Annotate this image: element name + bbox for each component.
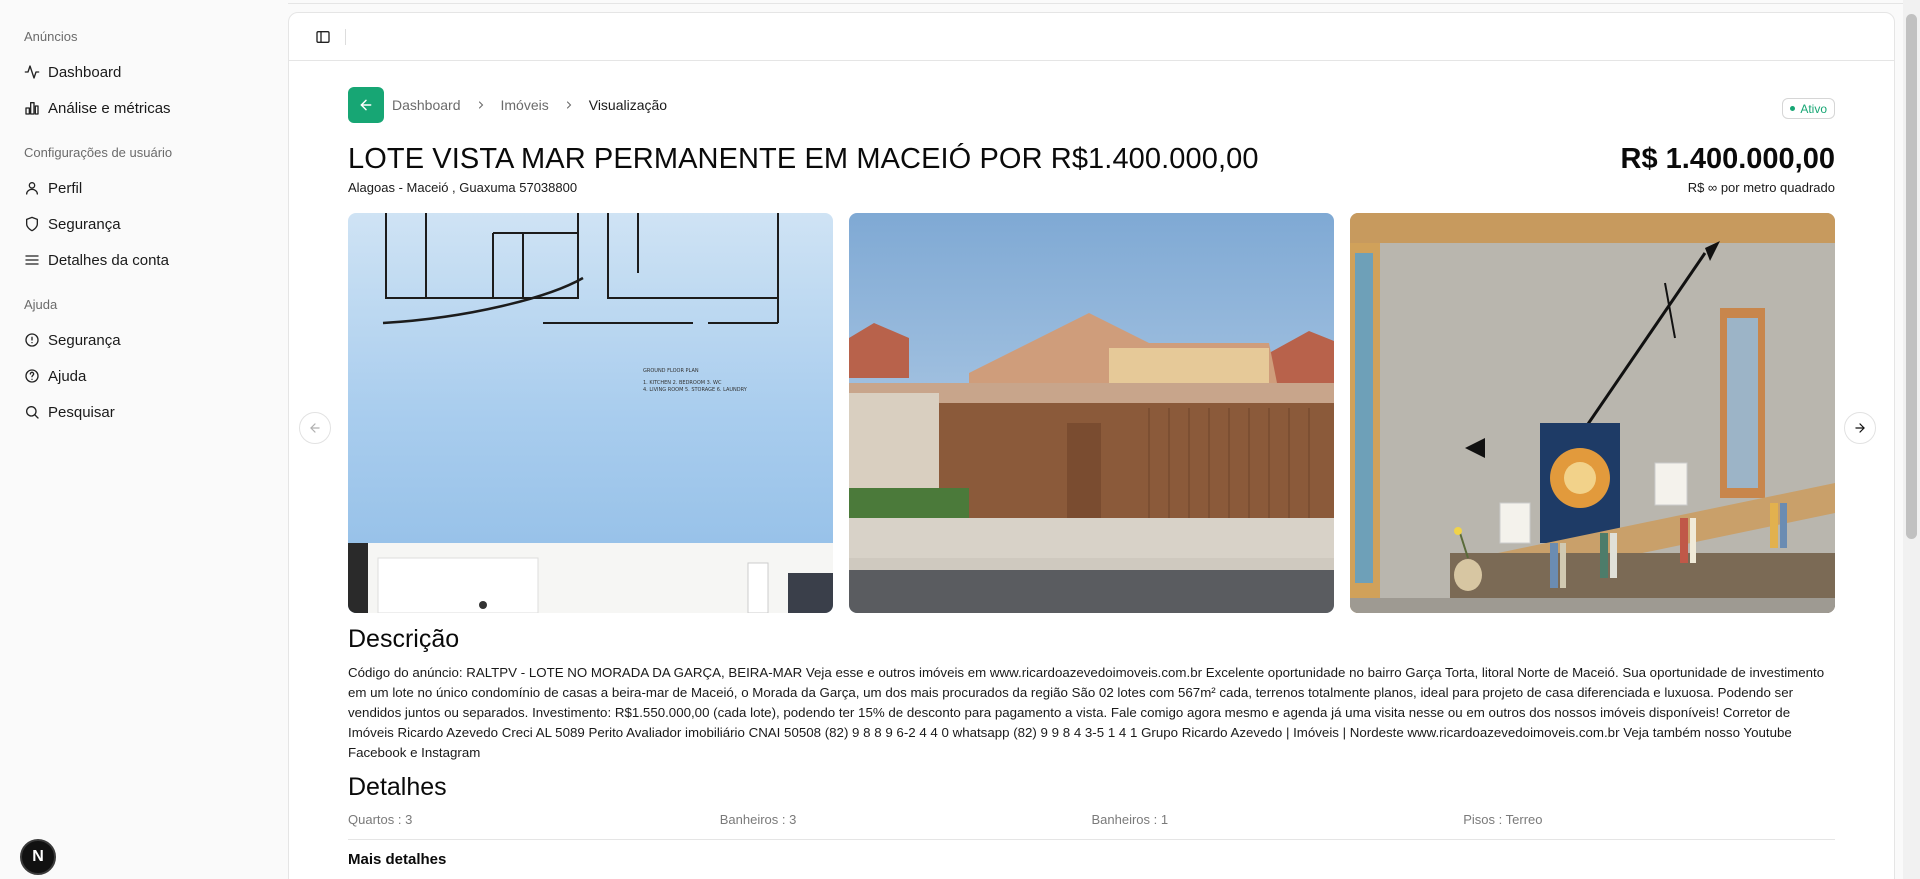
sidebar-item-perfil[interactable]: Perfil (0, 170, 288, 206)
shield-icon (24, 216, 40, 232)
panel-left-icon (316, 30, 330, 43)
svg-text:4. LIVING ROOM 5. STORAGE 6.: 4. LIVING ROOM 5. STORAGE 6. LAUNDRY (643, 387, 748, 393)
detail-quartos: Quartos : 3 (348, 812, 413, 827)
main-panel: Dashboard Imóveis Visualização Ativo LOT… (288, 12, 1895, 879)
sidebar-toggle-button[interactable] (313, 27, 333, 47)
image-carousel: GROUND FLOOR PLAN 1. KITCHEN 2. BEDROOM … (348, 213, 1835, 613)
gallery-image-living-room[interactable] (1350, 213, 1835, 613)
status-dot (1790, 106, 1796, 111)
svg-text:1. KITCHEN 2. BEDROOM 3. W: 1. KITCHEN 2. BEDROOM 3. WC (643, 380, 722, 386)
gallery-image-floor-plan[interactable]: GROUND FLOOR PLAN 1. KITCHEN 2. BEDROOM … (348, 213, 833, 613)
sidebar-item-ajuda[interactable]: Ajuda (0, 358, 288, 394)
info-icon (24, 332, 40, 348)
details-row: Quartos : 3 Banheiros : 3 Banheiros : 1 … (348, 812, 1835, 840)
carousel-next-button[interactable] (1844, 412, 1876, 444)
breadcrumb-imoveis[interactable]: Imóveis (501, 97, 549, 113)
arrow-left-icon (360, 99, 372, 111)
breadcrumb-visualizacao: Visualização (588, 97, 668, 113)
details-heading: Detalhes (348, 773, 447, 801)
sidebar-item-analise[interactable]: Análise e métricas (0, 90, 288, 126)
help-circle-icon (24, 368, 40, 384)
status-badge: Ativo (1782, 98, 1835, 119)
listing-price: R$ 1.400.000,00 (1620, 143, 1835, 175)
window-top-border (0, 0, 1920, 4)
carousel-prev-button[interactable] (299, 412, 331, 444)
sidebar-item-label: Segurança (48, 215, 121, 233)
sidebar: Anúncios Dashboard Análise e métricas Co… (0, 0, 288, 879)
listing-title: LOTE VISTA MAR PERMANENTE EM MACEIÓ POR … (348, 143, 1259, 175)
sidebar-item-seguranca[interactable]: Segurança (0, 206, 288, 242)
sidebar-item-seguranca-ajuda[interactable]: Segurança (0, 322, 288, 358)
breadcrumb: Dashboard Imóveis Visualização (348, 87, 667, 123)
svg-text:GROUND FLOOR PLAN: GROUND FLOOR PLAN (643, 368, 699, 374)
sidebar-group-label: Anúncios (24, 29, 78, 44)
sidebar-group-label: Configurações de usuário (24, 145, 173, 160)
sidebar-item-label: Perfil (48, 179, 83, 197)
gallery-image-house-facade[interactable] (849, 213, 1334, 613)
sidebar-item-label: Ajuda (48, 367, 87, 385)
chevron-right-icon (475, 99, 487, 111)
sidebar-group-configuracoes: Configurações de usuário Perfil Seguranç… (0, 144, 288, 278)
menu-icon (24, 252, 40, 268)
sidebar-item-detalhes-conta[interactable]: Detalhes da conta (0, 242, 288, 278)
description-heading: Descrição (348, 625, 460, 653)
detail-banheiros-2: Banheiros : 1 (1091, 812, 1169, 827)
sidebar-item-label: Análise e métricas (48, 99, 171, 117)
sidebar-group-ajuda: Ajuda Segurança Ajuda Pesquisar (0, 296, 288, 430)
sidebar-group-anuncios: Anúncios Dashboard Análise e métricas (0, 28, 288, 126)
arrow-right-icon (1855, 423, 1865, 433)
header-divider (345, 28, 346, 45)
price-per-m2: R$ ∞ por metro quadrado (1687, 180, 1835, 195)
status-label: Ativo (1800, 101, 1827, 116)
nextjs-dev-button[interactable]: N (20, 839, 56, 875)
sidebar-group-label: Ajuda (24, 297, 58, 312)
activity-icon (24, 64, 40, 80)
sidebar-item-pesquisar[interactable]: Pesquisar (0, 394, 288, 430)
search-icon (24, 404, 40, 420)
detail-banheiros: Banheiros : 3 (719, 812, 797, 827)
scrollbar-thumb[interactable] (1906, 14, 1917, 539)
detail-pisos: Pisos : Terreo (1463, 812, 1543, 827)
arrow-left-icon (310, 423, 320, 433)
more-details-heading: Mais detalhes (348, 851, 447, 868)
user-icon (24, 180, 40, 196)
sidebar-item-label: Detalhes da conta (48, 251, 169, 269)
sidebar-item-label: Pesquisar (48, 403, 115, 421)
sidebar-item-label: Segurança (48, 331, 121, 349)
panel-header (289, 13, 1894, 61)
listing-address: Alagoas - Maceió , Guaxuma 57038800 (348, 180, 578, 195)
back-button[interactable] (348, 87, 384, 123)
sidebar-item-dashboard[interactable]: Dashboard (0, 54, 288, 90)
page-scrollbar[interactable] (1903, 0, 1920, 879)
breadcrumb-dashboard[interactable]: Dashboard (392, 97, 461, 113)
chevron-right-icon (563, 99, 575, 111)
sidebar-item-label: Dashboard (48, 63, 122, 81)
bar-chart-icon (24, 100, 40, 116)
description-text: Código do anúncio: RALTPV - LOTE NO MORA… (348, 665, 1825, 760)
